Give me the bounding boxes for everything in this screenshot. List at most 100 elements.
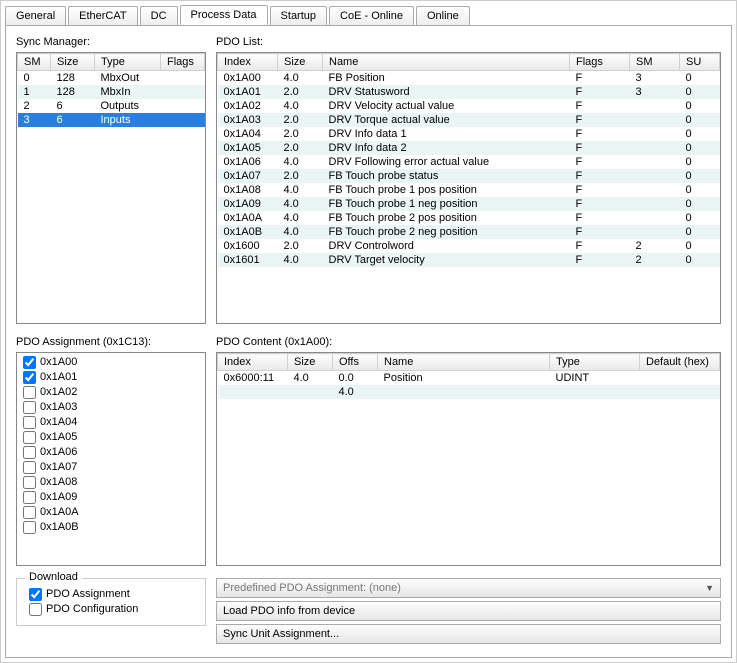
assignment-checkbox[interactable] bbox=[23, 386, 36, 399]
pdo-configuration-checkbox-label: PDO Configuration bbox=[46, 602, 138, 617]
table-row[interactable]: 0x1A032.0DRV Torque actual valueF0 bbox=[218, 113, 720, 127]
tab-dc[interactable]: DC bbox=[140, 6, 178, 25]
assignment-id: 0x1A0A bbox=[40, 505, 79, 520]
download-group: Download PDO Assignment PDO Configuratio… bbox=[16, 578, 206, 626]
cell: F bbox=[570, 71, 630, 86]
cell: 0 bbox=[680, 183, 720, 197]
column-header[interactable]: Flags bbox=[161, 54, 205, 71]
assignment-item[interactable]: 0x1A09 bbox=[19, 490, 203, 505]
assignment-checkbox[interactable] bbox=[23, 401, 36, 414]
column-header[interactable]: SM bbox=[630, 54, 680, 71]
tab-ethercat[interactable]: EtherCAT bbox=[68, 6, 137, 25]
assignment-item[interactable]: 0x1A08 bbox=[19, 475, 203, 490]
table-row[interactable]: 0x1A024.0DRV Velocity actual valueF0 bbox=[218, 99, 720, 113]
table-row[interactable]: 0x16002.0DRV ControlwordF20 bbox=[218, 239, 720, 253]
table-row[interactable]: 0x1A084.0FB Touch probe 1 pos positionF0 bbox=[218, 183, 720, 197]
load-pdo-info-button[interactable]: Load PDO info from device bbox=[216, 601, 721, 621]
cell: 3 bbox=[630, 71, 680, 86]
tabstrip: GeneralEtherCATDCProcess DataStartupCoE … bbox=[1, 1, 736, 25]
assignment-checkbox[interactable] bbox=[23, 491, 36, 504]
cell bbox=[550, 385, 640, 399]
assignment-checkbox[interactable] bbox=[23, 476, 36, 489]
assignment-checkbox[interactable] bbox=[23, 416, 36, 429]
table-row[interactable]: 0x1A042.0DRV Info data 1F0 bbox=[218, 127, 720, 141]
cell: FB Touch probe 1 neg position bbox=[323, 197, 570, 211]
assignment-checkbox[interactable] bbox=[23, 446, 36, 459]
column-header[interactable]: Flags bbox=[570, 54, 630, 71]
table-row[interactable]: 1128MbxIn bbox=[18, 85, 205, 99]
table-row[interactable]: 0x1A004.0FB PositionF30 bbox=[218, 71, 720, 86]
assignment-checkbox[interactable] bbox=[23, 431, 36, 444]
table-row[interactable]: 0128MbxOut bbox=[18, 71, 205, 86]
cell: DRV Velocity actual value bbox=[323, 99, 570, 113]
cell: FB Touch probe 2 neg position bbox=[323, 225, 570, 239]
table-row[interactable]: 0x1A0B4.0FB Touch probe 2 neg positionF0 bbox=[218, 225, 720, 239]
cell: 0x1A02 bbox=[218, 99, 278, 113]
assignment-checkbox[interactable] bbox=[23, 461, 36, 474]
assignment-checkbox[interactable] bbox=[23, 356, 36, 369]
column-header[interactable]: Type bbox=[95, 54, 161, 71]
cell: 0x1A0B bbox=[218, 225, 278, 239]
table-row[interactable]: 0x6000:114.00.0PositionUDINT bbox=[218, 371, 720, 386]
column-header[interactable]: Offs bbox=[333, 354, 378, 371]
assignment-checkbox[interactable] bbox=[23, 506, 36, 519]
predefined-pdo-select[interactable]: Predefined PDO Assignment: (none) ▼ bbox=[216, 578, 721, 598]
cell: F bbox=[570, 197, 630, 211]
pdo-assignment-checkbox[interactable] bbox=[29, 588, 42, 601]
table-row[interactable]: 4.0 bbox=[218, 385, 720, 399]
tab-coe-online[interactable]: CoE - Online bbox=[329, 6, 414, 25]
assignment-id: 0x1A06 bbox=[40, 445, 77, 460]
assignment-item[interactable]: 0x1A0A bbox=[19, 505, 203, 520]
pdo-content-table[interactable]: IndexSizeOffsNameTypeDefault (hex)0x6000… bbox=[216, 352, 721, 566]
table-row[interactable]: 0x1A012.0DRV StatuswordF30 bbox=[218, 85, 720, 99]
sync-unit-assignment-button[interactable]: Sync Unit Assignment... bbox=[216, 624, 721, 644]
table-row[interactable]: 0x1A072.0FB Touch probe statusF0 bbox=[218, 169, 720, 183]
tab-general[interactable]: General bbox=[5, 6, 66, 25]
table-row[interactable]: 0x1A052.0DRV Info data 2F0 bbox=[218, 141, 720, 155]
column-header[interactable]: SU bbox=[680, 54, 720, 71]
table-row[interactable]: 0x1A0A4.0FB Touch probe 2 pos positionF0 bbox=[218, 211, 720, 225]
column-header[interactable]: Size bbox=[288, 354, 333, 371]
tab-online[interactable]: Online bbox=[416, 6, 470, 25]
cell: 0x1A0A bbox=[218, 211, 278, 225]
table-row[interactable]: 0x1A064.0DRV Following error actual valu… bbox=[218, 155, 720, 169]
column-header[interactable]: SM bbox=[18, 54, 51, 71]
assignment-item[interactable]: 0x1A00 bbox=[19, 355, 203, 370]
pdo-assignment-list[interactable]: 0x1A000x1A010x1A020x1A030x1A040x1A050x1A… bbox=[16, 352, 206, 566]
assignment-checkbox[interactable] bbox=[23, 521, 36, 534]
column-header[interactable]: Index bbox=[218, 54, 278, 71]
assignment-item[interactable]: 0x1A02 bbox=[19, 385, 203, 400]
cell bbox=[161, 113, 205, 127]
assignment-checkbox[interactable] bbox=[23, 371, 36, 384]
sync-manager-table[interactable]: SMSizeTypeFlags0128MbxOut1128MbxIn26Outp… bbox=[16, 52, 206, 324]
tab-startup[interactable]: Startup bbox=[270, 6, 327, 25]
table-row[interactable]: 0x16014.0DRV Target velocityF20 bbox=[218, 253, 720, 267]
assignment-item[interactable]: 0x1A07 bbox=[19, 460, 203, 475]
assignment-item[interactable]: 0x1A04 bbox=[19, 415, 203, 430]
table-row[interactable]: 0x1A094.0FB Touch probe 1 neg positionF0 bbox=[218, 197, 720, 211]
assignment-item[interactable]: 0x1A0B bbox=[19, 520, 203, 535]
column-header[interactable]: Default (hex) bbox=[640, 354, 720, 371]
column-header[interactable]: Size bbox=[278, 54, 323, 71]
cell: 0 bbox=[680, 197, 720, 211]
pdo-configuration-checkbox[interactable] bbox=[29, 603, 42, 616]
assignment-item[interactable]: 0x1A05 bbox=[19, 430, 203, 445]
table-row[interactable]: 26Outputs bbox=[18, 99, 205, 113]
assignment-id: 0x1A00 bbox=[40, 355, 77, 370]
table-row[interactable]: 36Inputs bbox=[18, 113, 205, 127]
pdo-list-table[interactable]: IndexSizeNameFlagsSMSU0x1A004.0FB Positi… bbox=[216, 52, 721, 324]
cell: 0 bbox=[680, 113, 720, 127]
assignment-id: 0x1A03 bbox=[40, 400, 77, 415]
assignment-item[interactable]: 0x1A01 bbox=[19, 370, 203, 385]
column-header[interactable]: Index bbox=[218, 354, 288, 371]
column-header[interactable]: Type bbox=[550, 354, 640, 371]
tab-process-data[interactable]: Process Data bbox=[180, 5, 268, 25]
column-header[interactable]: Name bbox=[323, 54, 570, 71]
column-header[interactable]: Name bbox=[378, 354, 550, 371]
column-header[interactable]: Size bbox=[51, 54, 95, 71]
assignment-item[interactable]: 0x1A03 bbox=[19, 400, 203, 415]
cell: F bbox=[570, 99, 630, 113]
cell: 4.0 bbox=[278, 155, 323, 169]
cell: 0 bbox=[680, 169, 720, 183]
assignment-item[interactable]: 0x1A06 bbox=[19, 445, 203, 460]
